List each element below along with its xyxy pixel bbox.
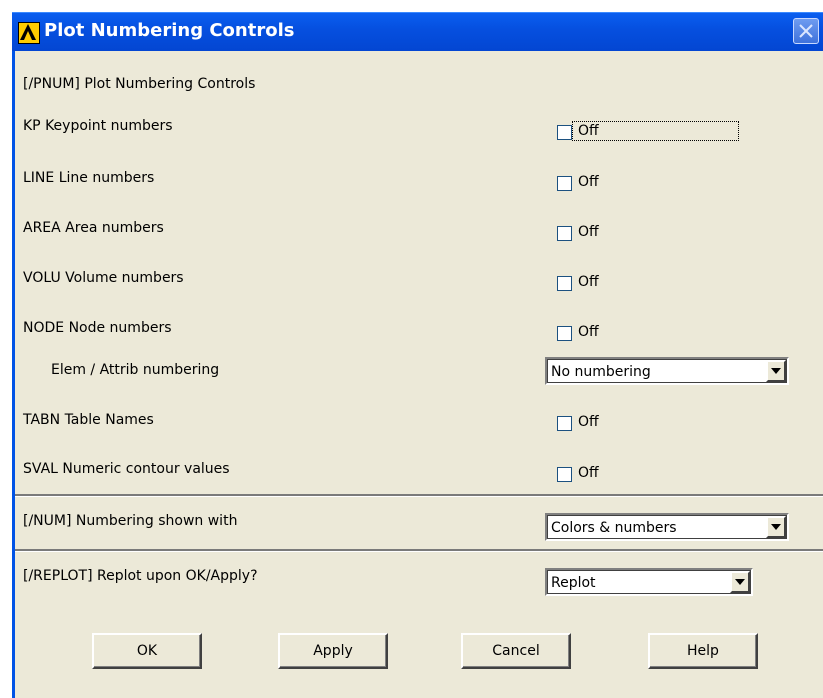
label-line: LINE Line numbers (23, 170, 155, 186)
close-icon (799, 24, 813, 38)
label-kp: KP Keypoint numbers (23, 118, 173, 134)
chevron-down-icon (735, 579, 745, 585)
dialog-body: [/PNUM] Plot Numbering Controls KP Keypo… (15, 51, 823, 698)
checkbox-sval[interactable] (557, 467, 572, 482)
dialog-window: Plot Numbering Controls [/PNUM] Plot Num… (12, 12, 823, 698)
cancel-button[interactable]: Cancel (461, 633, 571, 669)
checkbox-tabn[interactable] (557, 416, 572, 431)
label-num: [/NUM] Numbering shown with (23, 513, 238, 529)
section-header-pnum: [/PNUM] Plot Numbering Controls (23, 76, 256, 92)
label-tabn: TABN Table Names (23, 412, 154, 428)
num-dropdown[interactable]: Colors & numbers (545, 513, 789, 541)
label-volu: VOLU Volume numbers (23, 270, 184, 286)
checkbox-line[interactable] (557, 176, 572, 191)
chevron-down-icon (771, 368, 781, 374)
apply-button[interactable]: Apply (278, 633, 388, 669)
label-area: AREA Area numbers (23, 220, 164, 236)
checkbox-volu[interactable] (557, 276, 572, 291)
checkbox-node[interactable] (557, 326, 572, 341)
checkbox-kp-state: Off (578, 123, 599, 139)
checkbox-sval-state: Off (578, 465, 599, 481)
checkbox-kp[interactable] (557, 125, 572, 140)
dropdown-arrow-button[interactable] (766, 516, 786, 538)
close-button[interactable] (793, 18, 819, 44)
dropdown-arrow-button[interactable] (766, 360, 786, 382)
label-node: NODE Node numbers (23, 320, 172, 336)
ansys-logo-icon (18, 22, 40, 44)
label-replot: [/REPLOT] Replot upon OK/Apply? (23, 568, 258, 584)
label-elem-attrib: Elem / Attrib numbering (51, 362, 220, 378)
checkbox-volu-state: Off (578, 274, 599, 290)
checkbox-node-state: Off (578, 324, 599, 340)
elem-attrib-dropdown[interactable]: No numbering (545, 357, 789, 385)
title-bar[interactable]: Plot Numbering Controls (12, 12, 823, 51)
window-title: Plot Numbering Controls (44, 20, 295, 41)
dropdown-arrow-button[interactable] (730, 571, 750, 593)
replot-dropdown[interactable]: Replot (545, 568, 753, 596)
checkbox-area-state: Off (578, 224, 599, 240)
replot-value: Replot (551, 575, 596, 591)
checkbox-tabn-state: Off (578, 414, 599, 430)
checkbox-area[interactable] (557, 226, 572, 241)
checkbox-line-state: Off (578, 174, 599, 190)
separator (15, 494, 823, 497)
chevron-down-icon (771, 524, 781, 530)
num-value: Colors & numbers (551, 520, 677, 536)
separator (15, 549, 823, 552)
label-sval: SVAL Numeric contour values (23, 461, 230, 477)
ok-button[interactable]: OK (92, 633, 202, 669)
elem-attrib-value: No numbering (551, 364, 651, 380)
help-button[interactable]: Help (648, 633, 758, 669)
